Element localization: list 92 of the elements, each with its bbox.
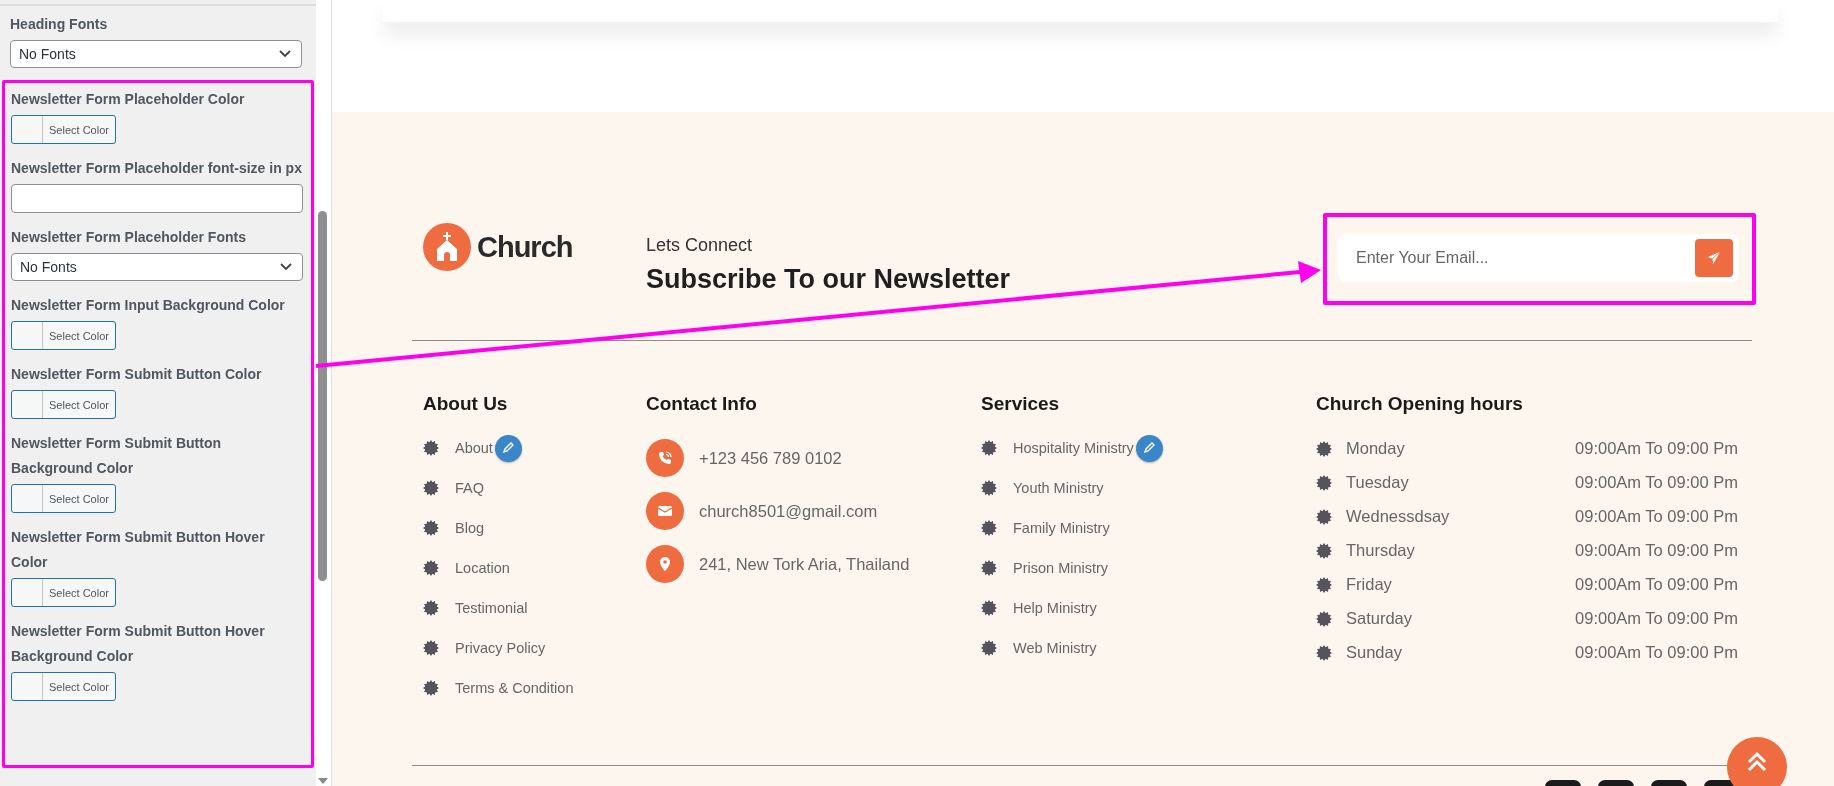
field-label: Newsletter Form Placeholder font-size in px [11,159,303,178]
field-label: Newsletter Form Submit Button Hover Background Color [11,622,266,666]
day-label: Friday [1346,575,1392,594]
burst-icon [1316,440,1332,457]
church-icon [423,223,471,271]
burst-icon [423,520,439,536]
chevron-down-icon [279,50,291,58]
burst-icon [1316,542,1332,559]
logo-text: Church [477,230,573,264]
hours-text: 09:00Am To 09:00 Pm [1575,643,1738,662]
footer-link[interactable]: Terms & Condition [455,680,574,696]
text-input-field[interactable] [11,184,303,213]
footer-link[interactable]: Testimonial [455,600,528,616]
eyebrow-text: Lets Connect [646,235,754,256]
hours-text: 09:00Am To 09:00 Pm [1575,609,1738,628]
day-label: Wednessdsay [1346,507,1450,526]
burst-icon [423,440,439,456]
footer-link[interactable]: Blog [455,520,485,536]
pencil-icon [1143,442,1156,454]
hours-text: 09:00Am To 09:00 Pm [1575,439,1738,458]
field-label: Newsletter Form Submit Button Hover Color [11,528,266,572]
edit-button[interactable] [494,434,522,462]
burst-icon [981,600,997,616]
email-field[interactable]: Enter Your Email... [1338,234,1739,282]
hours-text: 09:00Am To 09:00 Pm [1575,473,1738,492]
day-label: Saturday [1346,609,1413,628]
burst-icon [1316,610,1332,627]
field-label: Newsletter Form Submit Button Color [11,365,263,384]
burst-icon [981,520,997,536]
day-label: Thursday [1346,541,1415,560]
double-chevron-up-icon [1746,751,1768,773]
newsletter-title: Subscribe To our Newsletter [646,264,1012,295]
color-picker-button[interactable]: Select Color [11,578,116,607]
column-heading: Contact Info [646,393,758,415]
column-heading: Services [981,393,1061,415]
burst-icon [981,560,997,576]
font-select[interactable]: No Fonts [11,253,303,281]
map-pin-icon [657,556,673,572]
hours-text: 09:00Am To 09:00 Pm [1575,575,1738,594]
color-picker-button[interactable]: Select Color [11,672,116,701]
scrollbar-thumb[interactable] [318,211,327,581]
footer-link[interactable]: Hospitality Ministry [1013,440,1134,456]
burst-icon [981,640,997,656]
footer-link[interactable]: Location [455,560,510,576]
contact-text: +123 456 789 0102 [699,448,842,468]
color-picker-button[interactable]: Select Color [11,390,116,419]
day-label: Tuesday [1346,473,1409,492]
color-picker-button[interactable]: Select Color [11,321,116,350]
scroll-to-top-button[interactable] [1727,737,1787,786]
burst-icon [981,480,997,496]
field-label: Newsletter Form Placeholder Fonts [11,228,247,247]
pencil-icon [502,442,515,454]
day-label: Sunday [1346,643,1402,662]
footer-link[interactable]: Prison Ministry [1013,560,1109,576]
footer-link[interactable]: Privacy Policy [455,640,546,656]
burst-icon [423,560,439,576]
burst-icon [423,640,439,656]
burst-icon [981,440,997,456]
field-label: Heading Fonts [10,15,109,34]
footer-link[interactable]: Family Ministry [1013,520,1110,536]
footer-link[interactable]: FAQ [455,480,484,496]
paper-plane-icon [1706,250,1722,266]
day-label: Monday [1346,439,1405,458]
burst-icon [423,680,439,696]
footer-link[interactable]: Web Ministry [1013,640,1097,656]
burst-icon [423,480,439,496]
footer-link[interactable]: About [455,440,493,456]
hours-text: 09:00Am To 09:00 Pm [1575,507,1738,526]
column-heading: About Us [423,393,509,415]
burst-icon [1316,576,1332,593]
burst-icon [1316,644,1332,661]
contact-text: church8501@gmail.com [699,501,878,521]
phone-icon [657,450,673,466]
field-label: Newsletter Form Input Background Color [11,296,286,315]
burst-icon [1316,474,1332,491]
send-button[interactable] [1695,239,1733,277]
scroll-down-icon[interactable] [318,778,328,784]
footer-link[interactable]: Help Ministry [1013,600,1097,616]
field-label: Newsletter Form Placeholder Color [11,90,246,109]
edit-button[interactable] [1135,434,1163,462]
field-label: Newsletter Form Submit Button Background Color [11,434,222,478]
burst-icon [1316,508,1332,525]
contact-text: 241, New Tork Aria, Thailand [699,554,910,574]
chevron-down-icon [280,263,292,271]
footer-link[interactable]: Youth Ministry [1013,480,1104,496]
column-heading: Church Opening hours [1316,393,1524,415]
envelope-icon [657,503,673,519]
color-picker-button[interactable]: Select Color [11,115,116,144]
burst-icon [423,600,439,616]
color-picker-button[interactable]: Select Color [11,484,116,513]
hours-text: 09:00Am To 09:00 Pm [1575,541,1738,560]
font-select[interactable]: No Fonts [10,40,302,68]
